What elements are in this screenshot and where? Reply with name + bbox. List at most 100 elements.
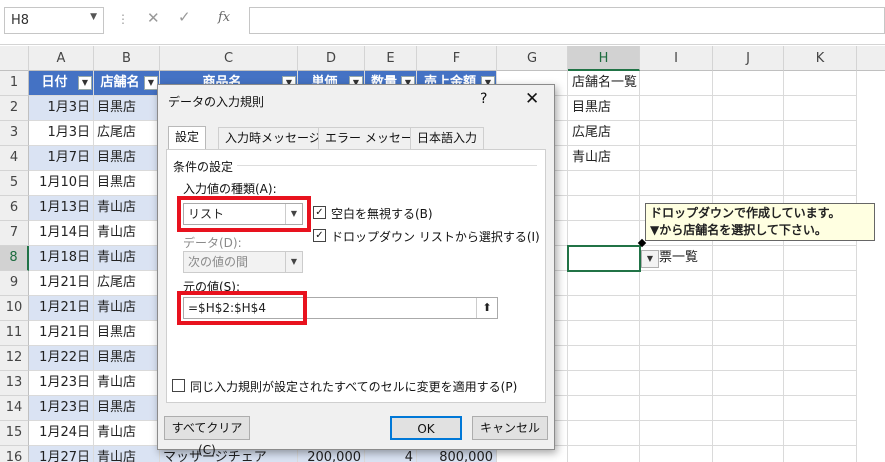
table-cell-store[interactable]: 目黒店 [94,171,160,196]
grid-cell[interactable] [568,296,640,321]
store-list-title[interactable]: 店舗名一覧 [568,71,640,96]
table-cell-date[interactable]: 1月13日 [29,196,94,221]
row-header[interactable]: 11 [0,321,29,346]
grid-cell[interactable] [713,271,784,296]
column-header[interactable] [857,46,885,71]
grid-cell[interactable] [784,346,857,371]
grid-cell[interactable] [784,146,857,171]
table-cell-date[interactable]: 1月23日 [29,396,94,421]
table-cell-date[interactable]: 1月18日 [29,246,94,271]
grid-cell[interactable] [568,371,640,396]
table-cell-store[interactable]: 目黒店 [94,96,160,121]
store-list-item[interactable]: 青山店 [568,146,640,171]
grid-cell[interactable] [568,321,640,346]
column-header[interactable]: C [160,46,298,71]
grid-cell[interactable] [713,121,784,146]
table-header-cell[interactable]: 店舗名 ▼ [94,71,160,96]
row-header[interactable]: 16 [0,446,29,462]
grid-cell[interactable] [784,271,857,296]
column-header[interactable]: A [29,46,94,71]
grid-cell[interactable] [713,96,784,121]
grid-cell[interactable] [784,321,857,346]
select-all-corner[interactable] [0,46,29,71]
grid-cell[interactable] [568,446,640,462]
grid-cell[interactable] [640,446,713,462]
table-cell-date[interactable]: 1月27日 [29,446,94,462]
grid-cell[interactable] [640,321,713,346]
column-header[interactable]: J [713,46,784,71]
table-cell-date[interactable]: 1月3日 [29,121,94,146]
apply-all-checkbox[interactable] [172,379,185,392]
grid-cell[interactable] [640,121,713,146]
grid-cell[interactable] [784,396,857,421]
grid-cell[interactable] [640,396,713,421]
grid-cell[interactable] [568,271,640,296]
table-cell-store[interactable]: 青山店 [94,296,160,321]
grid-cell[interactable] [640,71,713,96]
grid-cell[interactable] [713,446,784,462]
ignore-blank-checkbox[interactable]: ✓ [313,206,326,219]
store-list-item[interactable]: 広尾店 [568,121,640,146]
dropdown-checkbox[interactable]: ✓ [313,229,326,242]
grid-cell[interactable] [640,371,713,396]
grid-cell[interactable] [713,246,784,271]
table-cell-date[interactable]: 1月7日 [29,146,94,171]
ok-button[interactable]: OK [390,416,462,440]
grid-cell[interactable] [713,421,784,446]
grid-cell[interactable] [784,171,857,196]
grid-cell[interactable] [568,196,640,221]
column-header[interactable]: D [298,46,365,71]
grid-cell[interactable] [713,71,784,96]
grid-cell[interactable] [640,271,713,296]
grid-cell[interactable] [713,296,784,321]
grid-cell[interactable] [568,346,640,371]
collapse-dialog-icon[interactable]: ⬆ [476,298,497,318]
table-cell-store[interactable]: 広尾店 [94,271,160,296]
table-cell-date[interactable]: 1月14日 [29,221,94,246]
row-header[interactable]: 14 [0,396,29,421]
row-header[interactable]: 3 [0,121,29,146]
table-cell-store[interactable]: 青山店 [94,246,160,271]
filter-dropdown-icon[interactable]: ▼ [78,76,92,90]
table-cell-store[interactable]: 目黒店 [94,146,160,171]
grid-cell[interactable] [568,171,640,196]
tab-settings[interactable]: 設定 [168,126,207,150]
name-box[interactable]: H8 ▼ [4,7,104,34]
row-header[interactable]: 6 [0,196,29,221]
chevron-down-icon[interactable]: ▼ [90,12,97,22]
table-cell-store[interactable]: 広尾店 [94,121,160,146]
row-header[interactable]: 15 [0,421,29,446]
table-cell-store[interactable]: 目黒店 [94,346,160,371]
column-header[interactable]: B [94,46,160,71]
grid-cell[interactable] [640,421,713,446]
tab-ime[interactable]: 日本語入力 [410,127,485,149]
table-cell-store[interactable]: 青山店 [94,196,160,221]
row-header[interactable]: 4 [0,146,29,171]
row-header[interactable]: 13 [0,371,29,396]
grid-cell[interactable] [784,96,857,121]
grid-cell[interactable] [640,96,713,121]
column-header[interactable]: G [497,46,568,71]
grid-cell[interactable] [784,246,857,271]
table-cell-date[interactable]: 1月24日 [29,421,94,446]
row-header[interactable]: 10 [0,296,29,321]
grid-cell[interactable] [568,396,640,421]
cell-dropdown-arrow-icon[interactable]: ▼ [641,250,659,268]
grid-cell[interactable] [784,371,857,396]
formula-input[interactable] [249,7,885,34]
row-header[interactable]: 1 [0,71,29,96]
row-header[interactable]: 5 [0,171,29,196]
drag-handle-icon[interactable]: ⋮ [117,12,129,26]
table-cell-date[interactable]: 1月23日 [29,371,94,396]
row-header[interactable]: 7 [0,221,29,246]
table-cell-store[interactable]: 青山店 [94,446,160,462]
confirm-entry-icon[interactable]: ✓ [178,8,191,26]
table-cell-date[interactable]: 1月21日 [29,271,94,296]
cancel-button[interactable]: キャンセル [472,416,548,440]
table-cell-date[interactable]: 1月21日 [29,321,94,346]
grid-cell[interactable] [713,371,784,396]
table-cell-store[interactable]: 青山店 [94,421,160,446]
table-cell-date[interactable]: 1月3日 [29,96,94,121]
grid-cell[interactable] [640,296,713,321]
table-cell-store[interactable]: 青山店 [94,371,160,396]
